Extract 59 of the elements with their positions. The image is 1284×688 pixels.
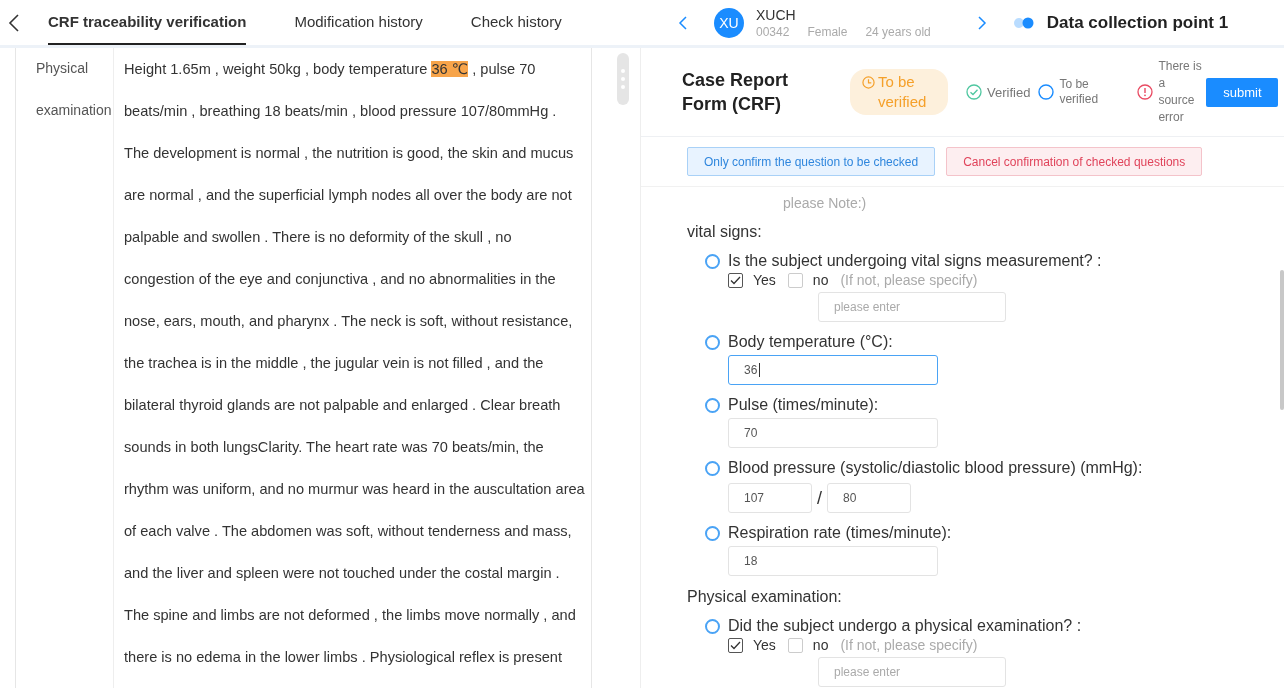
question-label: Respiration rate (times/minute):: [728, 524, 952, 542]
option-label: no: [812, 272, 829, 288]
confirm-button[interactable]: Only confirm the question to be checked: [687, 147, 936, 176]
splitter-handle[interactable]: [617, 53, 629, 105]
collection-point-title: Data collection point 1: [1046, 12, 1229, 33]
input-field[interactable]: please enter: [818, 657, 1006, 687]
option-label: Yes: [753, 272, 776, 288]
legend-label: Verified: [987, 84, 1031, 100]
previous-icon[interactable]: [678, 14, 688, 31]
question-label: Did the subject undergo a physical examination? :: [728, 617, 1082, 635]
exclamation-icon: [1137, 84, 1154, 100]
radio-button[interactable]: [705, 397, 720, 413]
section-title: Physical examination:: [687, 588, 843, 606]
hint-text: (If not, please specify): [840, 637, 978, 653]
question-label: Pulse (times/minute):: [728, 396, 879, 414]
input-field[interactable]: 70: [728, 418, 938, 448]
patient-age: 24 years old: [865, 24, 931, 39]
patient-sex: Female: [807, 24, 848, 39]
radio-button[interactable]: [705, 460, 720, 476]
legend-label: To be verified: [1059, 77, 1100, 107]
source-label: Physical examination: [16, 48, 114, 688]
tab[interactable]: CRF traceability verification: [48, 0, 247, 45]
cancel-confirmation-button[interactable]: Cancel confirmation of checked questions: [946, 147, 1203, 176]
radio-button[interactable]: [705, 525, 720, 541]
tab[interactable]: Check history: [470, 0, 562, 45]
legend-label: There is a source error: [1158, 58, 1203, 126]
patient-id: 00342: [756, 24, 790, 39]
input-field[interactable]: 18: [728, 546, 938, 576]
checkbox[interactable]: [728, 637, 743, 653]
question-label: Blood pressure (systolic/diastolic blood pressure) (mmHg):: [728, 459, 1143, 477]
input-field[interactable]: 36: [728, 355, 938, 385]
check-circle-icon: [966, 84, 982, 100]
radio-button[interactable]: [705, 618, 720, 634]
next-icon[interactable]: [976, 14, 987, 31]
option-label: Yes: [753, 637, 776, 653]
avatar: XU: [714, 7, 744, 38]
toggle-icon[interactable]: [1012, 16, 1035, 29]
separator-text: /: [817, 487, 822, 509]
status-badge: To be verified: [850, 69, 948, 115]
scrollbar[interactable]: [1280, 270, 1284, 410]
patient-name: XUCH: [756, 6, 797, 23]
form-title: Case Report Form (CRF): [682, 69, 790, 116]
tab[interactable]: Modification history: [294, 0, 423, 45]
hint-text: (If not, please specify): [840, 272, 978, 288]
question-label: Body temperature (°C):: [728, 333, 893, 351]
option-label: no: [812, 637, 829, 653]
question-label: Is the subject undergoing vital signs measurement? :: [728, 252, 1102, 270]
note-text: please Note:): [782, 195, 868, 211]
back-icon[interactable]: [8, 12, 20, 33]
circle-icon: [1038, 84, 1055, 100]
input-field[interactable]: please enter: [818, 292, 1006, 322]
input-field[interactable]: 80: [827, 483, 911, 513]
radio-button[interactable]: [705, 253, 720, 269]
section-title: vital signs:: [687, 223, 763, 241]
input-field[interactable]: 107: [728, 483, 812, 513]
clock-icon: [862, 76, 875, 89]
radio-button[interactable]: [705, 334, 720, 350]
checkbox[interactable]: [728, 272, 743, 288]
source-text: Height 1.65m , weight 50kg , body temperature 36 ℃ , pulse 70 beats/min , breathing 18 beats/min , blood pressure 107/80mmHg . The development is normal , the nutrition is good, the skin and mucus are normal , and the superficial lymph nodes all over the body are not palpable and swollen . There is no deformity of the skull , no congestion of the eye and conjunctiva , and no abnormalities in the nose, ears, mouth, and pharynx . The neck is soft, without resistance, the trachea is in the middle , the jugular vein is not filled , and the bilateral thyroid glands are not palpable and enlarged . Clear breath sounds in both lungsClarity. The heart rate was 70 beats/min, the rhythm was uniform, and no murmur was heard in the auscultation area of each valve . The abdomen was soft, without tenderness and mass, and the liver and spleen were not touched under the costal margin . The spine and limbs are not deformed , the limbs move normally , and there is no edema in the lower limbs . Physiological reflex is present: [123, 60, 586, 667]
